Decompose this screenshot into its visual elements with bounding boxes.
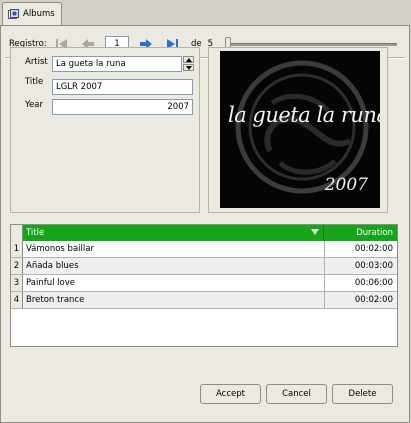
accept-button[interactable]: Accept [200, 384, 261, 404]
tab-albums[interactable]: Albums [2, 2, 62, 25]
tracks-table: Title Duration 1 Vámonos baillar 00:02:0… [10, 224, 398, 347]
table-row[interactable]: 3 Painful love 00:06:00 [11, 275, 397, 292]
track-duration[interactable]: 00:03:00 [324, 258, 397, 274]
header-corner [11, 225, 23, 241]
chevron-down-icon [185, 65, 192, 70]
artist-spinner[interactable] [183, 56, 194, 72]
tab-strip: Albums [0, 0, 411, 26]
track-duration[interactable]: 00:02:00 [324, 292, 397, 308]
chevron-up-icon [185, 57, 192, 62]
track-duration[interactable]: 00:06:00 [324, 275, 397, 291]
title-field[interactable]: LGLR 2007 [52, 79, 193, 95]
year-field[interactable]: 2007 [52, 99, 193, 115]
tab-label: Albums [23, 9, 55, 19]
track-duration[interactable]: 00:02:00 [324, 241, 397, 257]
table-row[interactable]: 2 Añada blues 00:03:00 [11, 258, 397, 275]
sort-indicator-icon [311, 229, 319, 235]
cover-artist-text: la gueta la runa [228, 103, 380, 127]
title-label: Title [25, 77, 44, 87]
column-header-duration[interactable]: Duration [324, 225, 397, 241]
year-label: Year [25, 100, 43, 110]
table-header: Title Duration [11, 225, 397, 241]
slider-track [225, 43, 398, 46]
track-title[interactable]: Painful love [23, 275, 324, 291]
album-cover-image: la gueta la runa 2007 [220, 51, 380, 208]
spin-up-button[interactable] [183, 56, 194, 63]
delete-button[interactable]: Delete [332, 384, 393, 404]
track-title[interactable]: Breton trance [23, 292, 324, 308]
column-header-title[interactable]: Title [23, 225, 324, 241]
row-number: 3 [11, 275, 23, 291]
cancel-button[interactable]: Cancel [266, 384, 327, 404]
table-row[interactable]: 1 Vámonos baillar 00:02:00 [11, 241, 397, 258]
artist-field[interactable]: La gueta la runa [52, 56, 182, 72]
row-number: 2 [11, 258, 23, 274]
artist-label: Artist [25, 57, 48, 67]
table-row[interactable]: 4 Breton trance 00:02:00 [11, 292, 397, 309]
track-title[interactable]: Añada blues [23, 258, 324, 274]
spin-down-button[interactable] [183, 64, 194, 71]
albums-icon [8, 8, 19, 20]
album-details: Artist La gueta la runa Title LGLR 2007 … [10, 47, 200, 213]
track-title[interactable]: Vámonos baillar [23, 241, 324, 257]
row-number: 4 [11, 292, 23, 308]
cover-year-text: 2007 [324, 175, 368, 195]
row-number: 1 [11, 241, 23, 257]
cover-frame: la gueta la runa 2007 [208, 47, 388, 213]
